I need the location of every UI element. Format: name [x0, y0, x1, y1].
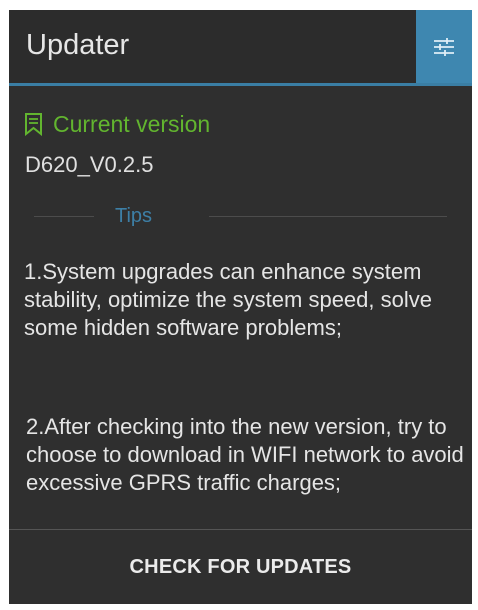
current-version-label: Current version — [53, 111, 211, 137]
app-bar: Updater — [9, 10, 472, 86]
tips-label: Tips — [115, 205, 153, 227]
tip-item: 1.System upgrades can enhance system sta… — [24, 259, 432, 340]
content-area[interactable]: Current version D620_V0.2.5 Tips 1.Syste… — [9, 86, 472, 528]
updater-screen: Updater Current version D620_V0.2.5 Tips… — [9, 10, 472, 604]
check-for-updates-button[interactable]: CHECK FOR UPDATES — [9, 530, 472, 604]
page-title: Updater — [26, 29, 130, 61]
divider-line-left — [34, 216, 94, 217]
tip-item: 2.After checking into the new version, t… — [26, 414, 464, 495]
settings-button[interactable] — [416, 10, 472, 83]
current-version-header: Current version — [24, 111, 210, 137]
version-value: D620_V0.2.5 — [25, 152, 154, 177]
divider-line-right — [209, 216, 447, 217]
bookmark-icon — [25, 113, 42, 136]
sliders-icon — [434, 37, 454, 56]
tips-divider: Tips — [34, 204, 447, 228]
